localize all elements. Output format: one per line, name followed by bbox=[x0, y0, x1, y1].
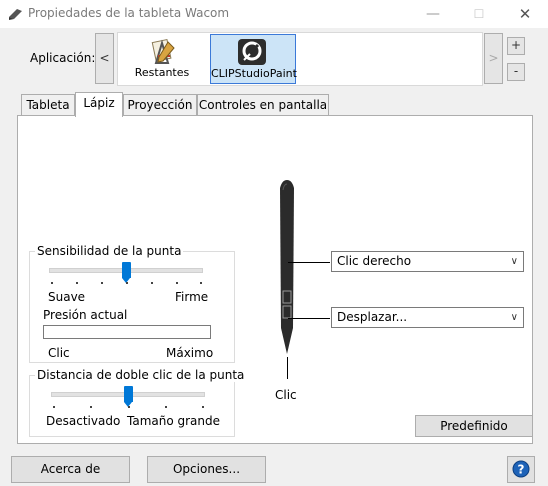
tip-feel-max-label: Firme bbox=[175, 290, 209, 304]
tablet-pen-icon bbox=[9, 9, 22, 20]
app-name: CLIPStudioPaint bbox=[211, 67, 297, 80]
upper-button-dropdown[interactable]: Clic derecho ∨ bbox=[331, 251, 524, 272]
help-icon: ? bbox=[512, 460, 530, 478]
slider-tick bbox=[200, 282, 202, 284]
chevron-down-icon: ∨ bbox=[510, 312, 518, 323]
double-click-max-label: Tamaño grande bbox=[127, 414, 221, 428]
slider-tick bbox=[101, 282, 103, 284]
add-application-button[interactable]: + bbox=[507, 37, 525, 55]
slider-tick bbox=[126, 282, 128, 284]
pen-image bbox=[280, 180, 294, 354]
app-item-clipstudiopaint[interactable]: CLIPStudioPaint bbox=[210, 34, 297, 84]
about-button[interactable]: Acerca de bbox=[11, 456, 130, 483]
double-click-title: Distancia de doble clic de la punta bbox=[35, 368, 247, 382]
applications-icon bbox=[151, 38, 175, 64]
slider-tick bbox=[202, 406, 204, 408]
pen-tip-label: Clic bbox=[275, 388, 297, 402]
lower-button-dropdown[interactable]: Desplazar... ∨ bbox=[331, 307, 524, 328]
tab-proyeccion[interactable]: Proyección bbox=[123, 94, 197, 115]
tip-feel-title: Sensibilidad de la punta bbox=[35, 244, 184, 258]
slider-tick bbox=[51, 282, 53, 284]
window-title: Propiedades de la tableta Wacom bbox=[28, 6, 230, 20]
slider-tick bbox=[90, 406, 92, 408]
slider-tick bbox=[53, 406, 55, 408]
help-button[interactable]: ? bbox=[507, 456, 535, 483]
slider-tick bbox=[151, 282, 153, 284]
chevron-down-icon: ∨ bbox=[510, 256, 518, 267]
remove-application-button[interactable]: - bbox=[507, 63, 525, 81]
options-button[interactable]: Opciones... bbox=[147, 456, 266, 483]
current-pressure-label: Presión actual bbox=[43, 308, 128, 322]
scroll-left-button[interactable]: < bbox=[95, 33, 114, 84]
double-click-min-label: Desactivado bbox=[46, 414, 121, 428]
app-item-restantes[interactable]: Restantes bbox=[120, 34, 204, 82]
tab-tableta[interactable]: Tableta bbox=[21, 94, 75, 115]
maximize-button[interactable]: ☐ bbox=[456, 0, 502, 28]
pressure-maximum-label: Máximo bbox=[166, 346, 214, 360]
application-list: Restantes CLIPStudioPaint bbox=[117, 32, 483, 86]
application-label: Aplicación: bbox=[30, 51, 96, 65]
upper-button-connector bbox=[288, 262, 330, 263]
tab-lapiz[interactable]: Lápiz bbox=[75, 92, 123, 117]
tab-controles-en-pantalla[interactable]: Controles en pantalla bbox=[197, 94, 329, 115]
close-button[interactable]: ✕ bbox=[502, 0, 548, 28]
minimize-button[interactable]: — bbox=[410, 0, 456, 28]
slider-tick bbox=[176, 282, 178, 284]
lower-button-connector bbox=[288, 318, 330, 319]
current-pressure-bar bbox=[43, 325, 211, 339]
tip-feel-min-label: Suave bbox=[48, 290, 86, 304]
slider-tick bbox=[128, 406, 130, 408]
tip-feel-slider-thumb[interactable] bbox=[122, 262, 131, 283]
clip-studio-paint-icon bbox=[238, 39, 266, 65]
default-button[interactable]: Predefinido bbox=[415, 415, 533, 437]
slider-tick bbox=[76, 282, 78, 284]
dropdown-value: Clic derecho bbox=[337, 254, 412, 268]
dropdown-value: Desplazar... bbox=[337, 310, 408, 324]
scroll-right-button[interactable]: > bbox=[484, 33, 503, 84]
tip-connector bbox=[287, 357, 288, 379]
pressure-click-label: Clic bbox=[48, 346, 70, 360]
double-click-slider-thumb[interactable] bbox=[124, 386, 133, 407]
slider-tick bbox=[165, 406, 167, 408]
title-bar: Propiedades de la tableta Wacom — ☐ ✕ bbox=[0, 0, 548, 28]
app-name: Restantes bbox=[134, 66, 190, 79]
help-glyph: ? bbox=[518, 463, 525, 477]
